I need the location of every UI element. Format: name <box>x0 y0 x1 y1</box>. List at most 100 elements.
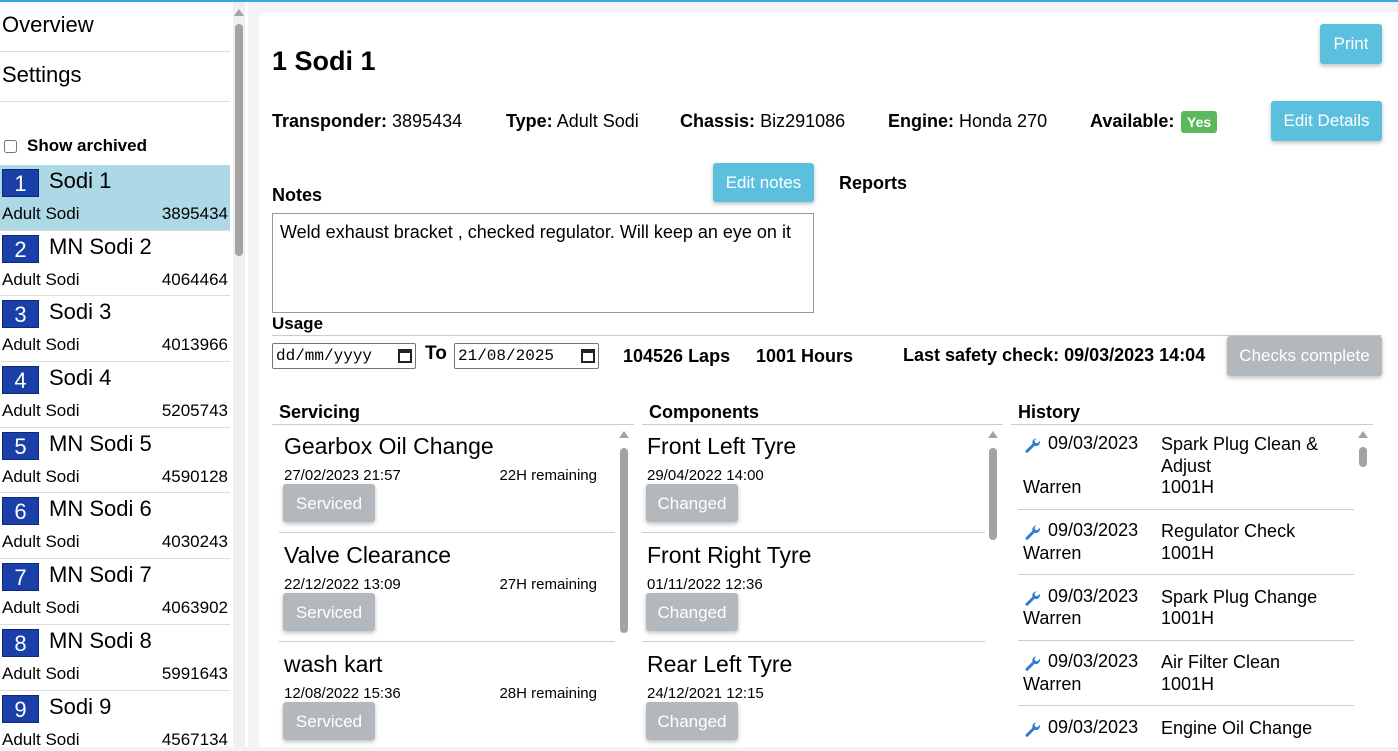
servicing-heading: Servicing <box>272 402 634 425</box>
to-label: To <box>425 343 447 364</box>
servicing-item: Valve Clearance 22/12/2022 13:09 27H rem… <box>279 533 615 642</box>
history-heading: History <box>1011 402 1373 425</box>
transponder-value: 3895434 <box>392 111 463 131</box>
wrench-icon <box>1024 721 1042 744</box>
kart-transponder: 4064464 <box>161 269 228 289</box>
scrollbar-thumb[interactable] <box>989 448 997 540</box>
show-archived-label: Show archived <box>27 136 147 155</box>
history-item: 09/03/2023 Air Filter Clean Warren 1001H <box>1018 651 1354 706</box>
kart-name: MN Sodi 2 <box>49 233 152 259</box>
scrollbar-thumb[interactable] <box>1359 447 1367 467</box>
serviced-button[interactable]: Serviced <box>283 484 375 522</box>
history-description: Engine Oil Change <box>1161 718 1313 738</box>
show-archived-checkbox[interactable] <box>4 139 17 153</box>
usage-to-date-input[interactable]: 21/08/2025 <box>454 343 599 369</box>
calendar-icon[interactable] <box>398 349 412 363</box>
kart-list-item[interactable]: 6 MN Sodi 6 Adult Sodi 4030243 <box>0 493 230 560</box>
kart-type: Adult Sodi <box>2 466 80 486</box>
scroll-up-arrow-icon[interactable] <box>234 9 244 16</box>
history-description: Spark Plug Change <box>1161 587 1318 607</box>
laps-count: 104526 Laps <box>623 346 731 366</box>
hours-count: 1001 Hours <box>756 346 854 366</box>
history-hours: 1001H <box>1161 477 1215 497</box>
print-button[interactable]: Print <box>1320 24 1382 64</box>
history-item: 09/03/2023 Regulator Check Warren 1001H <box>1018 520 1354 575</box>
component-item: Front Right Tyre 01/11/2022 12:36 Change… <box>642 533 985 642</box>
kart-transponder: 4567134 <box>161 729 228 748</box>
serviced-button[interactable]: Serviced <box>283 702 375 740</box>
usage-label: Usage <box>272 314 324 333</box>
kart-list-item[interactable]: 2 MN Sodi 2 Adult Sodi 4064464 <box>0 231 230 297</box>
component-date: 01/11/2022 12:36 <box>647 576 763 593</box>
edit-details-button[interactable]: Edit Details <box>1271 101 1382 141</box>
chassis-value: Biz291086 <box>760 111 846 131</box>
kart-list-item[interactable]: 4 Sodi 4 Adult Sodi 5205743 <box>0 362 230 428</box>
chassis-label: Chassis: <box>680 111 756 131</box>
calendar-icon[interactable] <box>581 349 595 363</box>
scrollbar-thumb[interactable] <box>235 24 243 256</box>
usage-from-date-input[interactable]: dd/mm/yyyy <box>272 343 416 369</box>
sidebar-scrollbar[interactable] <box>233 2 245 747</box>
serviced-button[interactable]: Serviced <box>283 593 375 631</box>
history-scrollbar[interactable] <box>1357 428 1369 747</box>
history-item: 09/03/2023 Spark Plug Change Warren 1001… <box>1018 586 1354 641</box>
reports-label[interactable]: Reports <box>839 173 907 194</box>
kart-list-item[interactable]: 5 MN Sodi 5 Adult Sodi 4590128 <box>0 428 230 494</box>
service-remaining: 22H remaining <box>499 467 597 484</box>
kart-type: Adult Sodi <box>2 532 80 552</box>
kart-transponder: 5205743 <box>161 401 228 421</box>
kart-list-item[interactable]: 3 Sodi 3 Adult Sodi 4013966 <box>0 296 230 363</box>
kart-list-item[interactable]: 8 MN Sodi 8 Adult Sodi 5991643 <box>0 625 230 691</box>
type-label: Type: <box>506 111 553 131</box>
detail-transponder: Transponder: 3895434 <box>272 111 462 132</box>
kart-transponder: 3895434 <box>161 204 228 223</box>
kart-transponder: 4590128 <box>161 466 228 486</box>
history-description: Regulator Check <box>1161 521 1296 541</box>
history-description: Air Filter Clean <box>1161 652 1281 672</box>
kart-number-badge: 6 <box>2 497 39 526</box>
type-value: Adult Sodi <box>556 111 639 131</box>
kart-type: Adult Sodi <box>2 335 80 355</box>
service-name: Valve Clearance <box>284 542 452 568</box>
changed-button[interactable]: Changed <box>646 484 738 522</box>
scroll-up-arrow-icon[interactable] <box>988 431 998 438</box>
history-user: Warren <box>1023 543 1082 563</box>
history-hours: 1001H <box>1161 608 1215 628</box>
service-remaining: 28H remaining <box>499 685 597 702</box>
notes-textarea[interactable]: Weld exhaust bracket , checked regulator… <box>272 213 814 313</box>
edit-notes-button[interactable]: Edit notes <box>713 163 814 202</box>
checks-complete-button[interactable]: Checks complete <box>1227 336 1382 376</box>
last-safety-check: Last safety check: 09/03/2023 14:04 <box>903 345 1206 365</box>
to-date-value: 21/08/2025 <box>458 347 555 365</box>
scroll-up-arrow-icon[interactable] <box>619 431 629 438</box>
history-user: Warren <box>1023 608 1082 628</box>
kart-name: MN Sodi 8 <box>49 627 152 653</box>
kart-number-badge: 5 <box>2 431 39 460</box>
scroll-up-arrow-icon[interactable] <box>1358 431 1368 438</box>
detail-type: Type: Adult Sodi <box>506 111 639 132</box>
show-archived-toggle[interactable]: Show archived <box>4 136 147 156</box>
scrollbar-thumb[interactable] <box>620 448 628 633</box>
kart-list-item[interactable]: 9 Sodi 9 Adult Sodi 4567134 <box>0 691 230 748</box>
component-name: Front Right Tyre <box>647 542 812 568</box>
component-name: Front Left Tyre <box>647 433 797 459</box>
history-date: 09/03/2023 <box>1048 433 1139 453</box>
kart-type: Adult Sodi <box>2 598 80 618</box>
kart-list-item[interactable]: 1 Sodi 1 Adult Sodi 3895434 <box>0 165 230 231</box>
nav-overview[interactable]: Overview <box>0 2 230 52</box>
changed-button[interactable]: Changed <box>646 593 738 631</box>
transponder-label: Transponder: <box>272 111 388 131</box>
kart-type: Adult Sodi <box>2 204 80 223</box>
kart-list-item[interactable]: 7 MN Sodi 7 Adult Sodi 4063902 <box>0 559 230 625</box>
servicing-scrollbar[interactable] <box>618 428 630 747</box>
history-user: Warren <box>1023 477 1082 497</box>
nav-settings[interactable]: Settings <box>0 52 230 102</box>
kart-number-badge: 4 <box>2 366 39 395</box>
components-scrollbar[interactable] <box>987 428 999 747</box>
history-description: Spark Plug Clean & Adjust <box>1161 434 1319 476</box>
changed-button[interactable]: Changed <box>646 702 738 740</box>
detail-chassis: Chassis: Biz291086 <box>680 111 845 132</box>
history-item: 09/03/2023 Engine Oil Change <box>1018 717 1354 747</box>
kart-type: Adult Sodi <box>2 663 80 683</box>
kart-number-badge: 9 <box>2 694 39 723</box>
